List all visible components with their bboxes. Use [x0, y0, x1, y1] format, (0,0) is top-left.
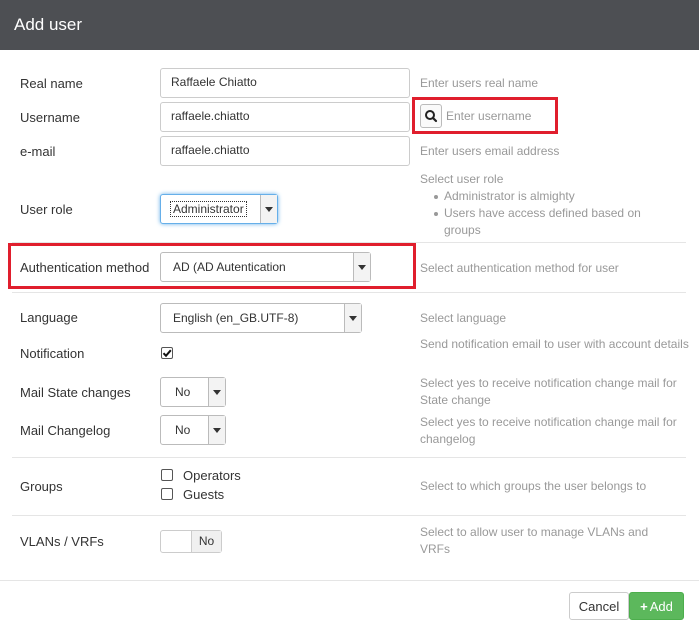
email-field[interactable]: raffaele.chiatto: [160, 136, 410, 166]
language-help: Select language: [420, 311, 507, 325]
mail-state-help: Select yes to receive notification chang…: [420, 376, 677, 407]
chevron-down-icon: [208, 416, 225, 444]
vlans-toggle-label: No: [198, 534, 215, 548]
notification-help: Send notification email to user with acc…: [420, 337, 689, 351]
vlans-toggle-value: No: [191, 531, 221, 552]
chevron-down-icon: [208, 378, 225, 406]
group-operators-label: Operators: [183, 468, 241, 483]
language-value: English (en_GB.UTF-8): [173, 311, 299, 325]
chevron-down-icon: [260, 195, 277, 223]
user-role-help-list: Administrator is almighty Users have acc…: [420, 188, 680, 239]
notification-label: Notification: [20, 346, 85, 361]
vlans-toggle[interactable]: No: [160, 530, 222, 553]
modal-footer: Cancel + Add: [0, 580, 699, 628]
mail-changelog-value: No: [175, 423, 191, 437]
email-help: Enter users email address: [420, 144, 560, 158]
user-role-value: Administrator: [170, 201, 247, 217]
user-role-help-title: Select user role: [420, 172, 504, 186]
mail-state-label: Mail State changes: [20, 385, 131, 400]
vlans-help: Select to allow user to manage VLANs and…: [420, 525, 649, 556]
mail-state-select[interactable]: No: [160, 377, 226, 407]
language-select[interactable]: English (en_GB.UTF-8): [160, 303, 362, 333]
chevron-down-icon: [344, 304, 361, 332]
mail-changelog-label: Mail Changelog: [20, 423, 111, 438]
email-label: e-mail: [20, 144, 56, 159]
user-role-help-item: Users have access defined based on group…: [420, 205, 674, 239]
user-role-label: User role: [20, 202, 73, 217]
real-name-input[interactable]: Raffaele Chiatto: [160, 68, 410, 98]
user-role-select[interactable]: Administrator: [160, 194, 278, 224]
group-guests-checkbox[interactable]: [161, 488, 173, 500]
highlight-username-search: [412, 97, 558, 134]
add-button-label: Add: [649, 598, 673, 614]
mail-state-value: No: [175, 385, 191, 399]
username-label: Username: [20, 110, 80, 125]
plus-icon: +: [640, 598, 648, 614]
divider: [12, 292, 686, 293]
username-input[interactable]: raffaele.chiatto: [160, 102, 410, 132]
notification-checkbox[interactable]: [161, 347, 173, 359]
auth-method-help: Select authentication method for user: [420, 261, 619, 275]
cancel-button-label: Cancel: [578, 598, 620, 614]
cancel-button[interactable]: Cancel: [569, 592, 629, 620]
group-operators-checkbox[interactable]: [161, 469, 173, 481]
divider: [12, 515, 686, 516]
user-role-help-item: Administrator is almighty: [420, 188, 680, 205]
add-button[interactable]: + Add: [629, 592, 684, 620]
real-name-label: Real name: [20, 76, 83, 91]
real-name-help: Enter users real name: [420, 76, 539, 90]
modal-header: Add user: [0, 0, 699, 50]
mail-changelog-help: Select yes to receive notification chang…: [420, 415, 677, 446]
checkmark-icon: [162, 349, 172, 358]
groups-help: Select to which groups the user belongs …: [420, 479, 647, 493]
vlans-label: VLANs / VRFs: [20, 534, 104, 549]
highlight-auth-method: [8, 243, 416, 289]
language-label: Language: [20, 310, 78, 325]
user-role-help: Select user role Administrator is almigh…: [420, 171, 680, 239]
group-guests-label: Guests: [183, 487, 225, 502]
mail-changelog-select[interactable]: No: [160, 415, 226, 445]
modal-title: Add user: [14, 15, 83, 34]
groups-label: Groups: [20, 479, 63, 494]
divider: [12, 457, 686, 458]
